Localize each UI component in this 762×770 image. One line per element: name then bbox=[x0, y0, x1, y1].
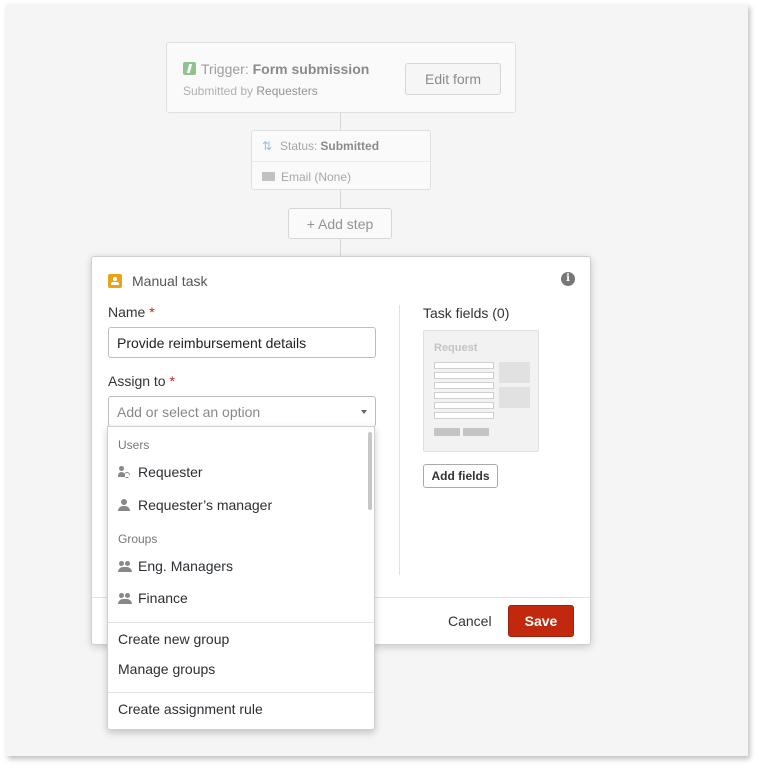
dropdown-item-label: Eng. Managers bbox=[138, 558, 233, 574]
task-fields-label: Task fields (0) bbox=[423, 305, 510, 321]
trigger-label: Trigger: bbox=[201, 61, 249, 77]
preview-line bbox=[434, 362, 494, 369]
connector-line bbox=[340, 239, 341, 256]
assign-to-label-text: Assign to bbox=[108, 373, 166, 389]
dropdown-item-finance[interactable]: Finance bbox=[118, 590, 188, 606]
assign-to-select[interactable]: Add or select an option bbox=[108, 396, 376, 427]
trigger-title: Trigger: Form submission bbox=[183, 61, 369, 77]
save-button[interactable]: Save bbox=[508, 605, 574, 637]
assign-to-placeholder: Add or select an option bbox=[117, 403, 261, 420]
manage-groups-action[interactable]: Manage groups bbox=[118, 661, 215, 677]
dropdown-divider bbox=[108, 622, 374, 623]
required-mark: * bbox=[169, 373, 175, 389]
assign-to-label: Assign to * bbox=[108, 373, 175, 389]
trigger-card: Trigger: Form submission Submitted by Re… bbox=[166, 42, 516, 113]
groups-group-header: Groups bbox=[118, 532, 158, 546]
preview-line bbox=[434, 372, 494, 379]
name-label-text: Name bbox=[108, 304, 146, 320]
preview-line bbox=[434, 412, 494, 419]
trigger-sub-value: Requesters bbox=[256, 84, 318, 98]
cancel-button[interactable]: Cancel bbox=[448, 613, 492, 629]
preview-title: Request bbox=[434, 342, 478, 354]
lightning-icon bbox=[183, 62, 196, 75]
create-assignment-rule-action[interactable]: Create assignment rule bbox=[118, 701, 263, 717]
email-row: Email (None) bbox=[252, 161, 430, 191]
trigger-name: Form submission bbox=[252, 61, 370, 77]
preview-line bbox=[434, 392, 494, 399]
mail-icon bbox=[262, 172, 275, 181]
add-step-button[interactable]: + Add step bbox=[288, 208, 392, 239]
group-icon bbox=[118, 560, 132, 572]
modal-header: Manual task bbox=[108, 273, 207, 289]
person-icon bbox=[118, 499, 130, 511]
connector-line bbox=[340, 113, 341, 130]
person-gear-icon bbox=[118, 466, 130, 478]
dropdown-item-label: Finance bbox=[138, 590, 188, 606]
status-row: ⇅ Status: Submitted bbox=[252, 131, 430, 161]
dropdown-item-eng-managers[interactable]: Eng. Managers bbox=[118, 558, 233, 574]
assign-to-dropdown: Users Requester Requester’s manager Grou… bbox=[107, 426, 375, 730]
swap-arrows-icon: ⇅ bbox=[262, 139, 273, 153]
status-value: Submitted bbox=[320, 139, 380, 153]
status-label: Status: bbox=[280, 139, 318, 153]
preview-box bbox=[499, 362, 530, 383]
dropdown-item-label: Requester bbox=[138, 464, 203, 480]
task-fields-preview: Request bbox=[423, 330, 539, 452]
info-icon[interactable]: i bbox=[561, 272, 575, 286]
modal-title: Manual task bbox=[132, 273, 208, 289]
dropdown-scrollbar[interactable] bbox=[368, 432, 372, 510]
connector-line bbox=[340, 190, 341, 208]
preview-box bbox=[499, 387, 530, 408]
preview-button bbox=[463, 428, 489, 436]
trigger-sub-prefix: Submitted by bbox=[183, 84, 254, 98]
create-new-group-action[interactable]: Create new group bbox=[118, 631, 229, 647]
name-input[interactable] bbox=[108, 327, 376, 358]
dropdown-item-label: Requester’s manager bbox=[138, 497, 273, 513]
name-label: Name * bbox=[108, 304, 155, 320]
required-mark: * bbox=[149, 304, 155, 320]
preview-line bbox=[434, 382, 494, 389]
users-group-header: Users bbox=[118, 438, 150, 452]
caret-down-icon bbox=[361, 410, 367, 414]
group-icon bbox=[118, 592, 132, 604]
column-divider bbox=[399, 305, 400, 575]
trigger-subtitle: Submitted by Requesters bbox=[183, 84, 318, 98]
preview-button bbox=[434, 428, 460, 436]
dropdown-item-requesters-manager[interactable]: Requester’s manager bbox=[118, 497, 272, 513]
manual-task-icon bbox=[108, 274, 122, 288]
edit-form-button[interactable]: Edit form bbox=[405, 63, 501, 95]
status-step-card[interactable]: ⇅ Status: Submitted Email (None) bbox=[251, 130, 431, 190]
preview-line bbox=[434, 402, 494, 409]
dropdown-divider bbox=[108, 692, 374, 693]
email-label: Email (None) bbox=[281, 169, 352, 184]
add-fields-button[interactable]: Add fields bbox=[423, 464, 498, 488]
dropdown-item-requester[interactable]: Requester bbox=[118, 464, 203, 480]
